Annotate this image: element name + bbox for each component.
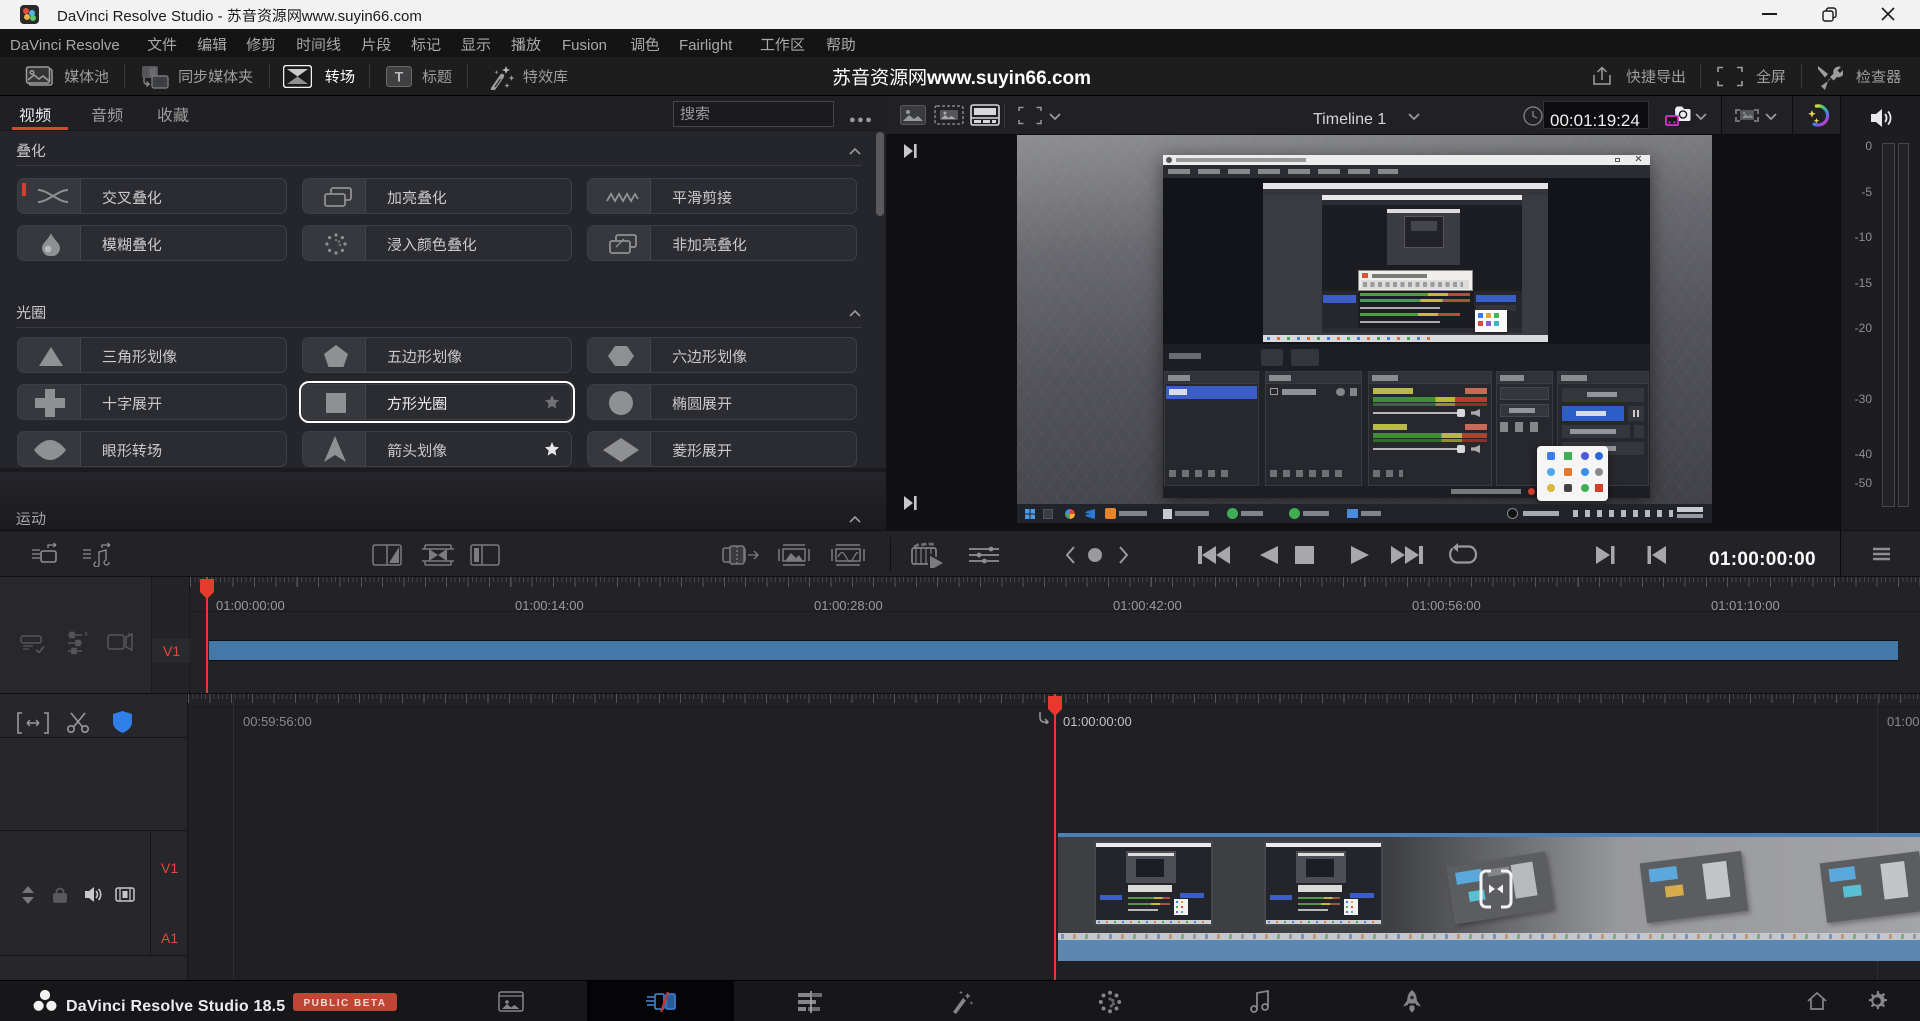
svg-text:T: T <box>395 69 404 85</box>
